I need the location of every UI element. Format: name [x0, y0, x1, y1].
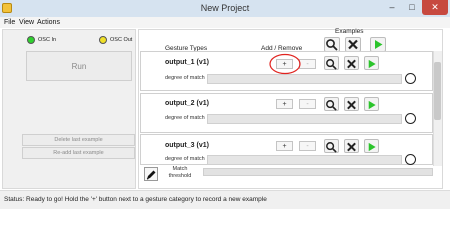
- delete-last-example-button[interactable]: Delete last example: [22, 134, 135, 146]
- delete-gesture-button[interactable]: [344, 139, 359, 153]
- match-threshold-line2: threshold: [168, 173, 192, 179]
- osc-out-label: OSC Out: [110, 37, 133, 43]
- play-gesture-button[interactable]: [364, 139, 379, 153]
- add-example-button[interactable]: +: [276, 141, 293, 151]
- delete-gesture-button[interactable]: [344, 97, 359, 111]
- degree-of-match-label: degree of match: [165, 156, 205, 162]
- search-all-button[interactable]: [324, 37, 340, 52]
- play-all-button[interactable]: [370, 37, 386, 52]
- search-icon: [326, 100, 337, 111]
- delete-all-button[interactable]: [345, 37, 361, 52]
- minimize-button[interactable]: –: [382, 0, 402, 15]
- match-indicator: [405, 113, 416, 124]
- remove-example-button[interactable]: -: [299, 141, 316, 151]
- pencil-icon: [146, 170, 156, 180]
- play-icon: [368, 142, 376, 152]
- close-window-button[interactable]: ✕: [422, 0, 448, 15]
- menu-view[interactable]: View: [19, 17, 34, 28]
- match-threshold-slider[interactable]: [203, 168, 433, 176]
- search-icon: [326, 39, 338, 51]
- remove-example-button[interactable]: -: [299, 99, 316, 109]
- menu-file[interactable]: File: [4, 17, 15, 28]
- edit-button[interactable]: [144, 167, 158, 181]
- search-icon: [326, 59, 337, 70]
- delete-gesture-button[interactable]: [344, 56, 359, 70]
- play-icon: [375, 40, 383, 49]
- search-icon: [326, 142, 337, 153]
- match-threshold-label: Match threshold: [162, 166, 198, 180]
- scrollbar-thumb[interactable]: [434, 62, 441, 120]
- close-x-icon: [348, 39, 358, 50]
- add-example-button[interactable]: +: [276, 99, 293, 109]
- close-x-icon: [347, 100, 356, 110]
- match-indicator: [405, 73, 416, 84]
- search-gesture-button[interactable]: [324, 97, 339, 111]
- gesture-name: output_2 (v1): [165, 100, 209, 107]
- examples-header: Examples: [335, 28, 364, 35]
- status-bar: Status: Ready to go! Hold the '+' button…: [0, 190, 450, 209]
- degree-of-match-bar: [207, 114, 402, 124]
- degree-of-match-label: degree of match: [165, 115, 205, 121]
- run-button[interactable]: Run: [26, 51, 132, 81]
- gesture-name: output_1 (v1): [165, 59, 209, 66]
- play-icon: [368, 59, 376, 69]
- match-threshold-line1: Match: [172, 166, 188, 172]
- osc-in-label: OSC In: [38, 37, 57, 43]
- menu-bar: [0, 17, 450, 28]
- degree-of-match-label: degree of match: [165, 75, 205, 81]
- gesture-name: output_3 (v1): [165, 142, 209, 149]
- play-gesture-button[interactable]: [364, 97, 379, 111]
- osc-in-indicator: [27, 36, 35, 44]
- readd-last-example-button[interactable]: Re-add last example: [22, 147, 135, 159]
- match-indicator: [405, 154, 416, 165]
- search-gesture-button[interactable]: [324, 139, 339, 153]
- close-x-icon: [347, 59, 356, 69]
- play-gesture-button[interactable]: [364, 56, 379, 70]
- osc-out-indicator: [99, 36, 107, 44]
- play-icon: [368, 100, 376, 110]
- menu-actions[interactable]: Actions: [37, 17, 60, 28]
- close-x-icon: [347, 142, 356, 152]
- maximize-button[interactable]: □: [402, 0, 422, 15]
- degree-of-match-bar: [207, 155, 402, 165]
- degree-of-match-bar: [207, 74, 402, 84]
- annotation-circle: [269, 53, 301, 75]
- search-gesture-button[interactable]: [324, 56, 339, 70]
